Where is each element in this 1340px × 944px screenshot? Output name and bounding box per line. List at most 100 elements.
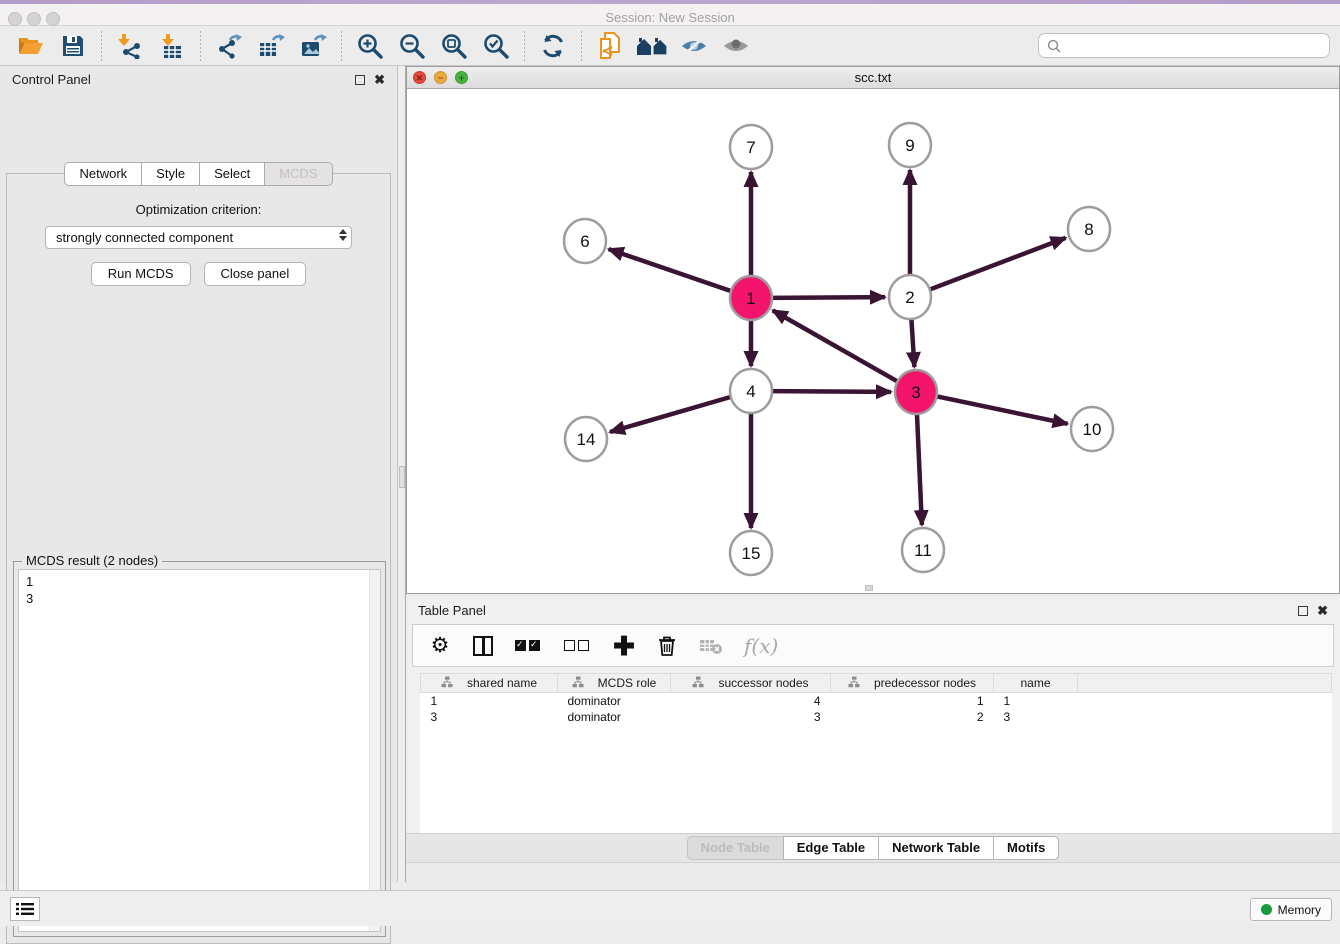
graph-node-8[interactable]: 8 — [1068, 207, 1110, 251]
graph-node-10[interactable]: 10 — [1071, 407, 1113, 451]
network-resize-handle[interactable] — [865, 585, 873, 591]
open-session-icon[interactable] — [14, 31, 48, 61]
show-all-icon[interactable] — [719, 31, 753, 61]
svg-text:10: 10 — [1083, 420, 1102, 439]
graph-node-6[interactable]: 6 — [564, 219, 606, 263]
refresh-icon[interactable] — [536, 31, 570, 61]
mcds-result-text[interactable]: 1 3 — [18, 569, 381, 932]
network-canvas[interactable]: 7 9 6 8 1 2 4 3 14 10 15 11 — [407, 89, 1339, 593]
graph-edge-2-3[interactable] — [911, 318, 914, 367]
table-panel: Table Panel ✖ ⚙ ✚ f(x) — [406, 597, 1340, 890]
column-type-icon — [572, 676, 584, 688]
graph-edge-3-1[interactable] — [773, 310, 898, 381]
add-column-icon[interactable]: ✚ — [613, 634, 635, 658]
select-all-rows-icon[interactable] — [515, 634, 543, 658]
toolbar-divider — [341, 31, 342, 61]
network-window-titlebar[interactable]: ✕ − + scc.txt — [407, 67, 1339, 89]
graph-node-4[interactable]: 4 — [730, 369, 772, 413]
task-history-button[interactable] — [10, 897, 40, 921]
node-table: shared name MCDS role successor nodes pr… — [420, 673, 1332, 851]
svg-text:4: 4 — [746, 382, 755, 401]
memory-button[interactable]: Memory — [1250, 898, 1332, 921]
close-table-panel-icon[interactable]: ✖ — [1317, 606, 1328, 616]
export-table-icon[interactable] — [254, 31, 288, 61]
import-network-icon[interactable] — [113, 31, 147, 61]
graph-node-14[interactable]: 14 — [565, 417, 607, 461]
graph-edge-4-14[interactable] — [610, 397, 731, 432]
splitter-handle[interactable] — [399, 466, 405, 488]
graph-node-7[interactable]: 7 — [730, 125, 772, 169]
column-visibility-icon[interactable] — [472, 634, 494, 658]
first-neighbors-icon[interactable] — [635, 31, 669, 61]
tab-style[interactable]: Style — [141, 162, 199, 186]
tab-network-table[interactable]: Network Table — [878, 836, 993, 860]
search-input[interactable] — [1067, 38, 1307, 53]
graph-node-9[interactable]: 9 — [889, 123, 931, 167]
column-shared-name[interactable]: shared name — [421, 674, 558, 693]
result-scrollbar[interactable] — [369, 570, 380, 931]
graph-node-1[interactable]: 1 — [730, 276, 772, 320]
export-image-icon[interactable] — [296, 31, 330, 61]
network-view-window: ✕ − + scc.txt 7 9 6 8 1 2 4 3 14 10 15 11 — [406, 66, 1340, 594]
search-field[interactable] — [1038, 33, 1330, 58]
column-successor-nodes[interactable]: successor nodes — [671, 674, 831, 693]
graph-edge-3-10[interactable] — [937, 396, 1068, 424]
graph-edge-1-6[interactable] — [609, 249, 731, 291]
delete-column-icon[interactable] — [656, 634, 678, 658]
status-bar: Memory — [0, 890, 1340, 926]
tab-mcds[interactable]: MCDS — [264, 162, 332, 186]
graph-node-2[interactable]: 2 — [889, 275, 931, 319]
column-predecessor-nodes[interactable]: predecessor nodes — [831, 674, 994, 693]
delete-table-icon[interactable] — [699, 634, 723, 658]
table-row[interactable]: 1dominator411 — [421, 693, 1332, 709]
vertical-splitter[interactable] — [397, 66, 406, 882]
column-type-icon — [441, 676, 453, 688]
tab-node-table[interactable]: Node Table — [687, 836, 783, 860]
svg-text:9: 9 — [905, 136, 914, 155]
run-mcds-button[interactable]: Run MCDS — [91, 262, 191, 286]
graph-node-11[interactable]: 11 — [902, 528, 944, 572]
column-name[interactable]: name — [994, 674, 1078, 693]
graph-edge-4-3[interactable] — [772, 391, 891, 392]
column-type-icon — [692, 676, 704, 688]
tab-edge-table[interactable]: Edge Table — [783, 836, 878, 860]
svg-text:7: 7 — [746, 138, 755, 157]
optimization-criterion-label: Optimization criterion: — [7, 202, 390, 217]
svg-text:6: 6 — [580, 232, 589, 251]
import-table-icon[interactable] — [155, 31, 189, 61]
zoom-out-icon[interactable] — [395, 31, 429, 61]
export-network-icon[interactable] — [212, 31, 246, 61]
mcds-result-lines: 1 3 — [26, 574, 33, 606]
table-settings-gear-icon[interactable]: ⚙ — [429, 634, 451, 658]
hide-selected-icon[interactable] — [677, 31, 711, 61]
tab-motifs[interactable]: Motifs — [993, 836, 1059, 860]
tab-network[interactable]: Network — [64, 162, 141, 186]
close-panel-icon[interactable]: ✖ — [374, 75, 385, 85]
search-icon — [1047, 39, 1061, 53]
float-table-panel-icon[interactable] — [1298, 606, 1308, 616]
deselect-all-rows-icon[interactable] — [564, 634, 592, 658]
graph-edge-3-11[interactable] — [917, 413, 922, 525]
control-panel: Control Panel ✖ Network Style Select MCD… — [0, 66, 397, 882]
save-session-icon[interactable] — [56, 31, 90, 61]
float-panel-icon[interactable] — [355, 75, 365, 85]
criterion-select[interactable]: strongly connected component — [45, 226, 352, 249]
memory-status-icon — [1261, 904, 1272, 915]
mcds-result-title: MCDS result (2 nodes) — [22, 553, 162, 568]
graph-edge-2-8[interactable] — [930, 238, 1066, 290]
table-tabs-strip: Node Table Edge Table Network Table Moti… — [406, 833, 1340, 862]
graph-edge-1-2[interactable] — [772, 297, 885, 298]
zoom-in-icon[interactable] — [353, 31, 387, 61]
table-row[interactable]: 3dominator323 — [421, 709, 1332, 725]
graph-node-3[interactable]: 3 — [895, 370, 937, 414]
graph-node-15[interactable]: 15 — [730, 531, 772, 575]
control-panel-tabs: Network Style Select MCDS — [0, 162, 397, 186]
column-mcds-role[interactable]: MCDS role — [558, 674, 671, 693]
function-builder-icon[interactable]: f(x) — [744, 634, 778, 658]
zoom-selected-icon[interactable] — [479, 31, 513, 61]
close-panel-button[interactable]: Close panel — [204, 262, 307, 286]
column-type-icon — [848, 676, 860, 688]
tab-select[interactable]: Select — [199, 162, 264, 186]
new-network-from-selection-icon[interactable] — [593, 31, 627, 61]
zoom-fit-icon[interactable] — [437, 31, 471, 61]
